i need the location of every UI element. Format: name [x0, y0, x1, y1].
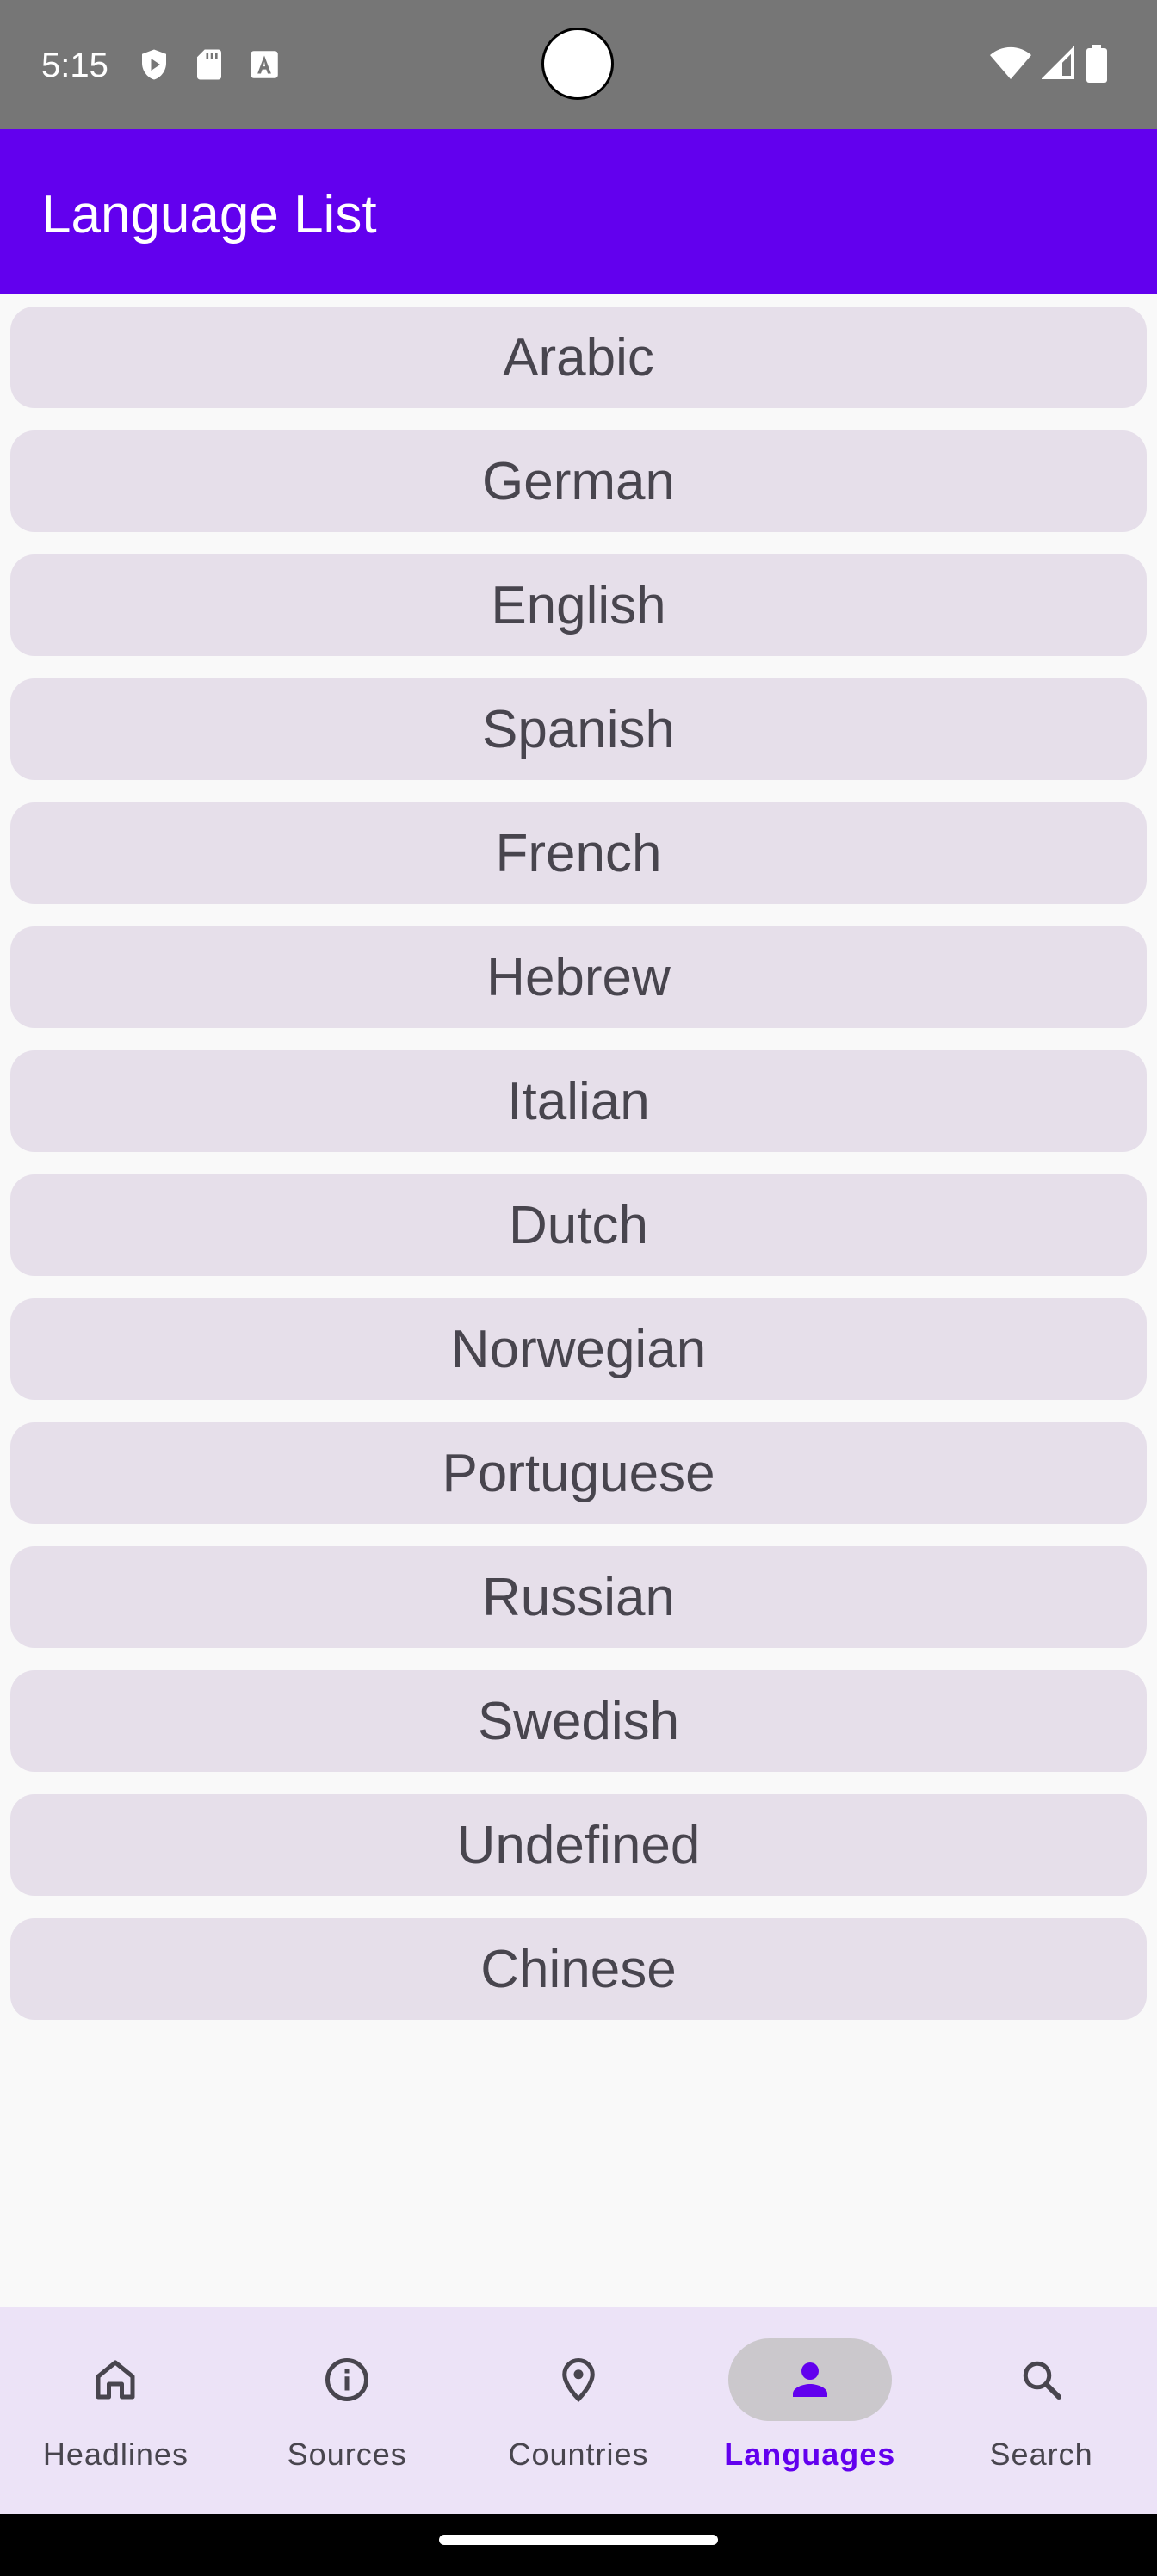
wifi-icon	[990, 46, 1031, 81]
status-time: 5:15	[41, 46, 108, 84]
language-item-dutch[interactable]: Dutch	[10, 1174, 1147, 1276]
nav-item-search[interactable]: Search	[925, 2307, 1157, 2514]
language-item-spanish[interactable]: Spanish	[10, 678, 1147, 780]
camera-cutout	[541, 28, 614, 100]
info-icon	[321, 2354, 373, 2406]
language-item-chinese[interactable]: Chinese	[10, 1918, 1147, 2020]
language-item-swedish[interactable]: Swedish	[10, 1670, 1147, 1772]
language-item-italian[interactable]: Italian	[10, 1050, 1147, 1152]
home-gesture-handle[interactable]	[439, 2535, 718, 2545]
sd-card-icon	[191, 46, 227, 83]
nav-item-sources[interactable]: Sources	[232, 2307, 463, 2514]
language-item-german[interactable]: German	[10, 430, 1147, 532]
battery-icon	[1086, 45, 1107, 83]
shield-play-icon	[136, 46, 172, 83]
app-bar: Language List	[0, 129, 1157, 294]
signal-icon	[1042, 46, 1076, 81]
font-a-icon	[246, 46, 282, 83]
nav-label: Headlines	[42, 2437, 189, 2472]
status-notification-icons	[136, 46, 282, 83]
home-icon	[90, 2354, 141, 2406]
status-bar: 5:15	[0, 0, 1157, 129]
language-item-english[interactable]: English	[10, 554, 1147, 656]
nav-label: Languages	[724, 2437, 896, 2472]
language-item-hebrew[interactable]: Hebrew	[10, 926, 1147, 1028]
language-item-portuguese[interactable]: Portuguese	[10, 1422, 1147, 1524]
language-item-norwegian[interactable]: Norwegian	[10, 1298, 1147, 1400]
search-icon	[1016, 2354, 1067, 2406]
status-system-icons	[990, 45, 1107, 83]
language-item-russian[interactable]: Russian	[10, 1546, 1147, 1648]
language-list: Arabic German English Spanish French Heb…	[10, 307, 1147, 2042]
language-item-undefined[interactable]: Undefined	[10, 1794, 1147, 1896]
language-item-arabic[interactable]: Arabic	[10, 307, 1147, 408]
nav-label: Countries	[508, 2437, 649, 2472]
nav-item-languages[interactable]: Languages	[694, 2307, 925, 2514]
page-title: Language List	[41, 185, 377, 245]
nav-label: Sources	[287, 2437, 407, 2472]
location-pin-icon	[553, 2354, 604, 2406]
bottom-navigation: Headlines Sources Countries Languages Se…	[0, 2307, 1157, 2514]
nav-item-headlines[interactable]: Headlines	[0, 2307, 232, 2514]
nav-label: Search	[989, 2437, 1093, 2472]
language-item-french[interactable]: French	[10, 802, 1147, 904]
nav-item-countries[interactable]: Countries	[463, 2307, 695, 2514]
person-icon	[784, 2354, 836, 2406]
gesture-navigation-bar	[0, 2514, 1157, 2576]
